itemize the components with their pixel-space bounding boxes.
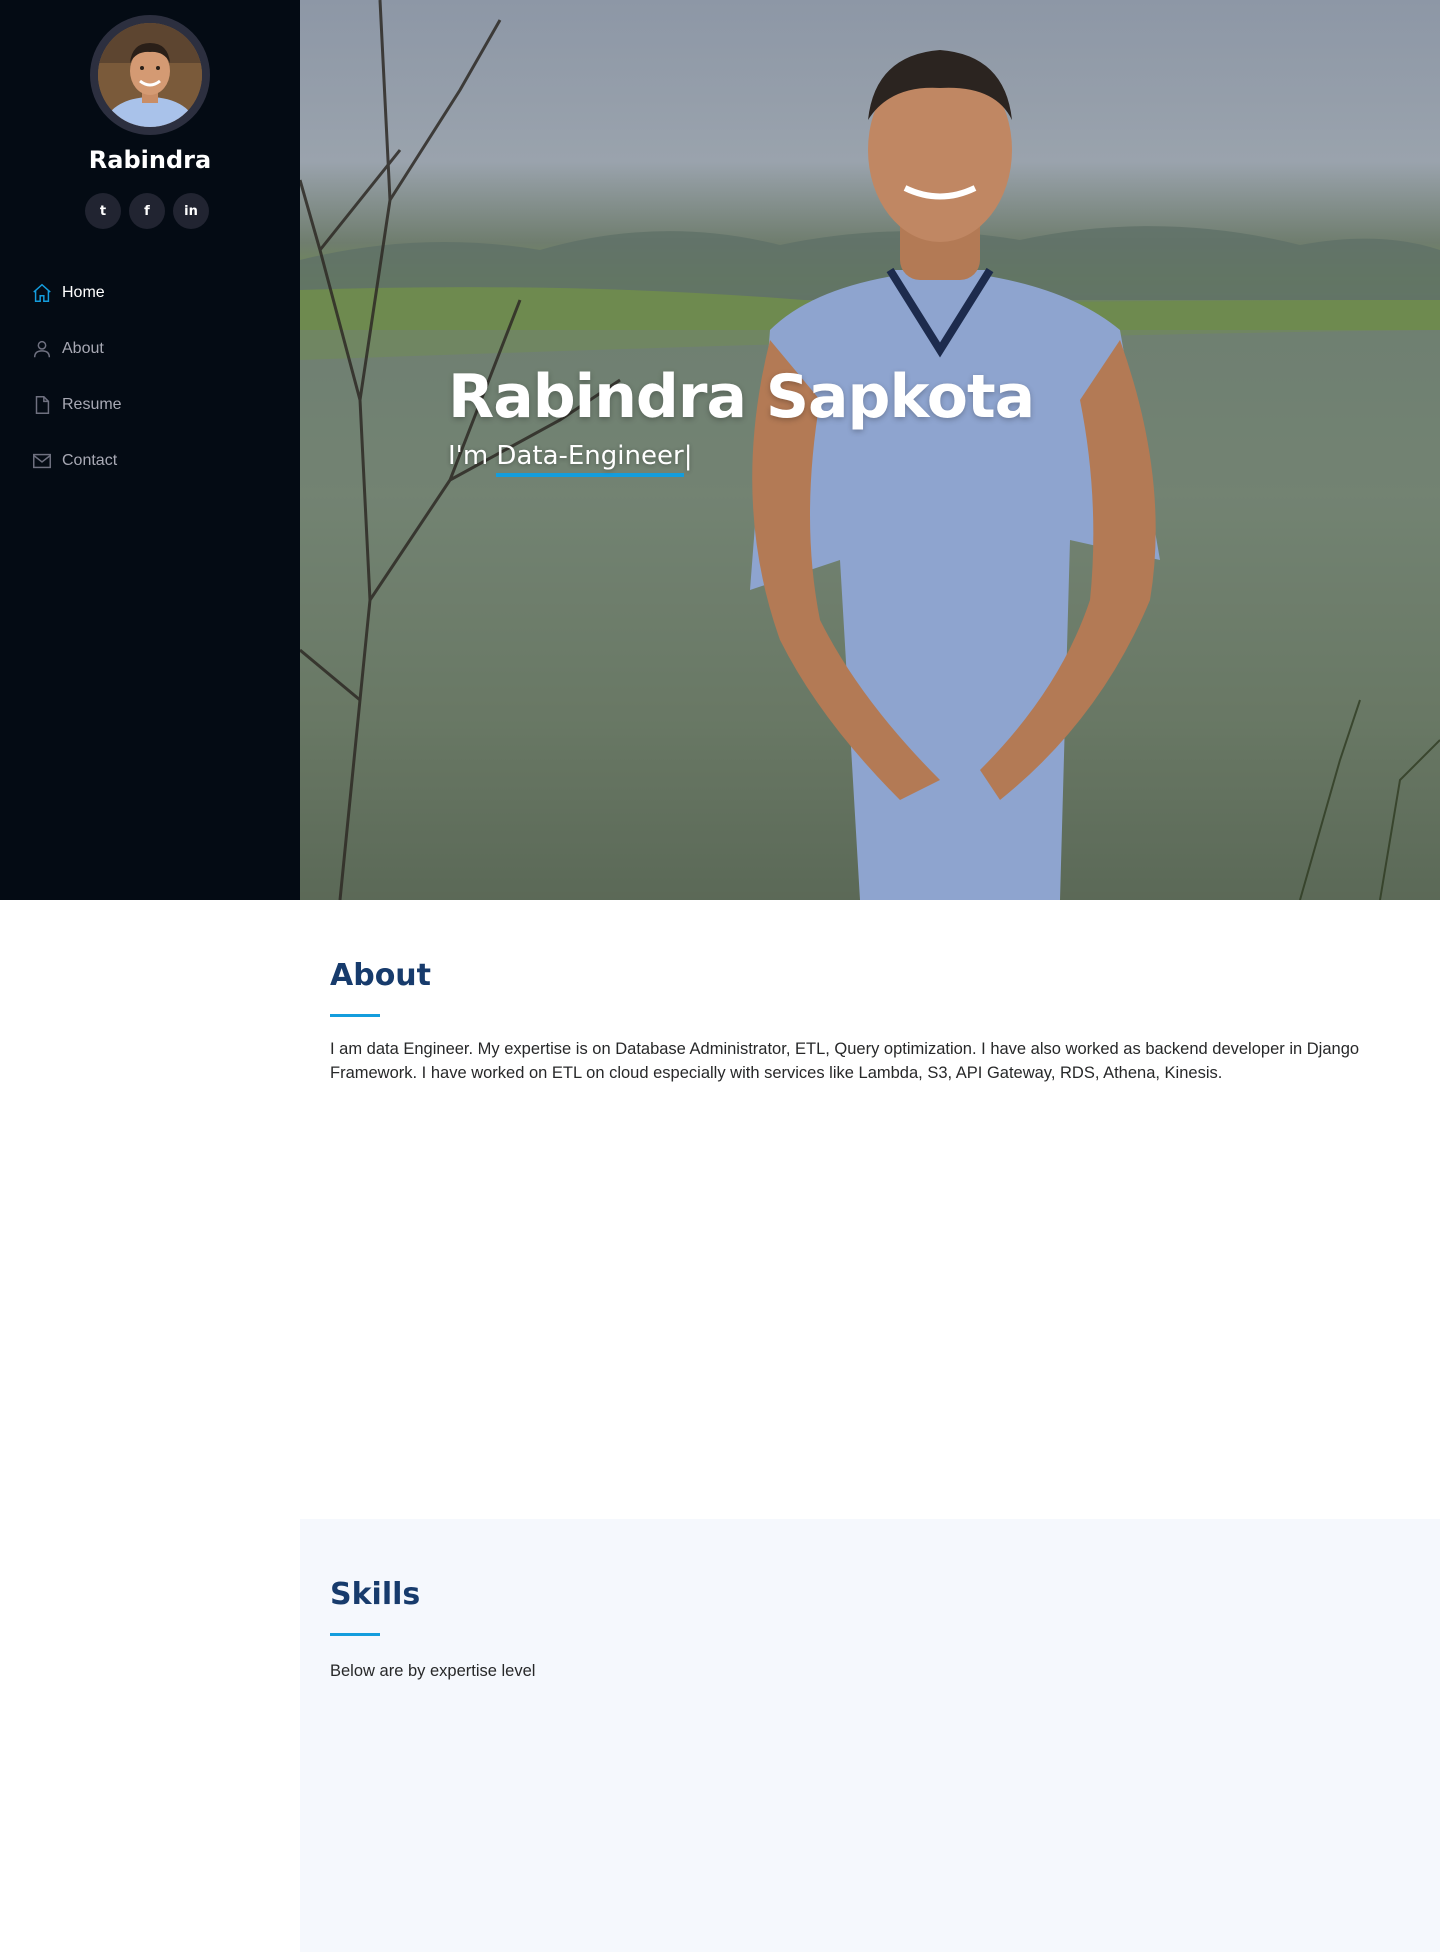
- skills-text: Below are by expertise level: [330, 1662, 536, 1680]
- sidebar: Rabindra t f in Home About Resume Contac…: [0, 0, 300, 900]
- nav-item-home[interactable]: Home: [30, 265, 122, 321]
- nav-label-resume: Resume: [62, 396, 122, 413]
- nav-label-contact: Contact: [62, 452, 118, 469]
- hero-typed-role: Data-Engineer: [496, 441, 684, 477]
- social-links: t f in: [85, 193, 209, 229]
- profile-avatar: [90, 15, 210, 135]
- linkedin-icon[interactable]: in: [173, 193, 209, 229]
- hero-section: Rabindra Sapkota I'm Data-Engineer|: [300, 0, 1440, 900]
- hero-subtitle-prefix: I'm: [448, 441, 497, 471]
- home-icon: [30, 281, 54, 305]
- about-section: About I am data Engineer. My expertise i…: [300, 900, 1440, 1519]
- skills-section: Skills Below are by expertise level: [300, 1519, 1440, 1952]
- nav-item-about[interactable]: About: [30, 321, 122, 377]
- twitter-icon[interactable]: t: [85, 193, 121, 229]
- envelope-icon: [30, 449, 54, 473]
- nav-label-home: Home: [62, 284, 105, 301]
- about-text: I am data Engineer. My expertise is on D…: [330, 1040, 1360, 1082]
- avatar-image: [98, 23, 202, 127]
- skills-title: Skills: [330, 1577, 421, 1612]
- hero-title: Rabindra Sapkota: [448, 362, 1035, 432]
- about-title: About: [330, 958, 432, 993]
- sidebar-name: Rabindra: [88, 146, 212, 174]
- about-title-underline: [330, 1014, 380, 1017]
- sidebar-nav: Home About Resume Contact: [30, 265, 122, 489]
- file-icon: [30, 393, 54, 417]
- nav-label-about: About: [62, 340, 104, 357]
- skills-title-underline: [330, 1633, 380, 1636]
- typed-cursor: |: [683, 441, 693, 471]
- facebook-icon[interactable]: f: [129, 193, 165, 229]
- person-icon: [30, 337, 54, 361]
- nav-item-resume[interactable]: Resume: [30, 377, 122, 433]
- nav-item-contact[interactable]: Contact: [30, 433, 122, 489]
- hero-subtitle: I'm Data-Engineer|: [448, 441, 693, 477]
